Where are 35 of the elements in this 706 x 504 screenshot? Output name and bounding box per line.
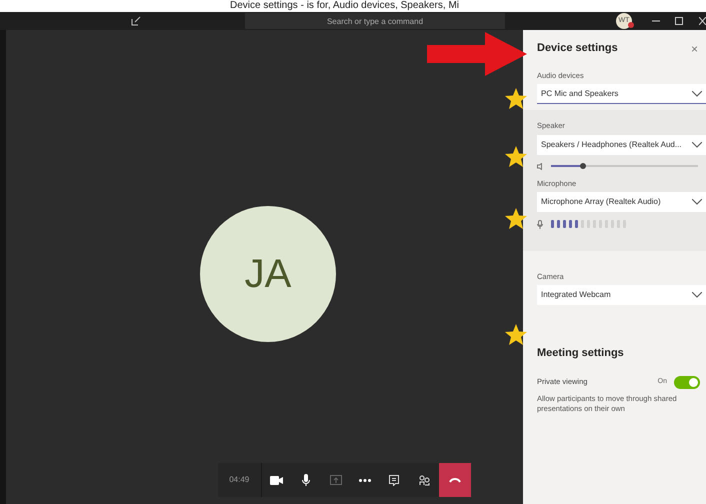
caption-text: Device settings - is for, Audio devices, Speakers, Mi (229, 0, 460, 12)
arrow-icon (427, 32, 527, 76)
more-icon (359, 478, 372, 482)
participant-avatar: JA (200, 206, 336, 342)
minimize-icon[interactable] (652, 20, 660, 22)
star-icon (505, 146, 527, 168)
dropdown[interactable]: Microphone Array (Realtek Audio) (537, 192, 706, 212)
dropdown[interactable]: PC Mic and Speakers (537, 84, 706, 104)
chevron-icon (692, 90, 702, 97)
hang-up-button[interactable] (439, 463, 471, 497)
microphone-icon (302, 474, 310, 486)
dropdown[interactable]: Integrated Webcam (537, 285, 706, 305)
star-icon (505, 208, 527, 230)
panel-title: Device settings (537, 42, 618, 56)
star-icon (505, 88, 527, 110)
microphone-icon (537, 220, 543, 229)
chevron-icon (692, 198, 702, 205)
toggle-switch[interactable] (674, 376, 700, 388)
chevron-icon (692, 142, 702, 148)
close-button[interactable]: × (690, 40, 698, 58)
speaker-icon (537, 162, 545, 170)
dropdown[interactable]: Speakers / Headphones (Realtek Aud... (537, 134, 706, 154)
star-icon (505, 324, 527, 346)
share-icon (330, 475, 342, 485)
chevron-icon (692, 292, 702, 298)
camera-icon (270, 476, 283, 484)
section-title: Meeting settings (537, 346, 625, 361)
phone-icon (449, 478, 462, 482)
close-icon[interactable] (699, 17, 706, 25)
call-timer: 04:49 (218, 463, 262, 497)
compose-icon[interactable] (131, 16, 141, 26)
people-icon (419, 474, 430, 486)
maximize-icon[interactable] (675, 17, 683, 25)
search-field[interactable]: Search or type a command (245, 13, 505, 29)
chat-icon (389, 474, 400, 486)
